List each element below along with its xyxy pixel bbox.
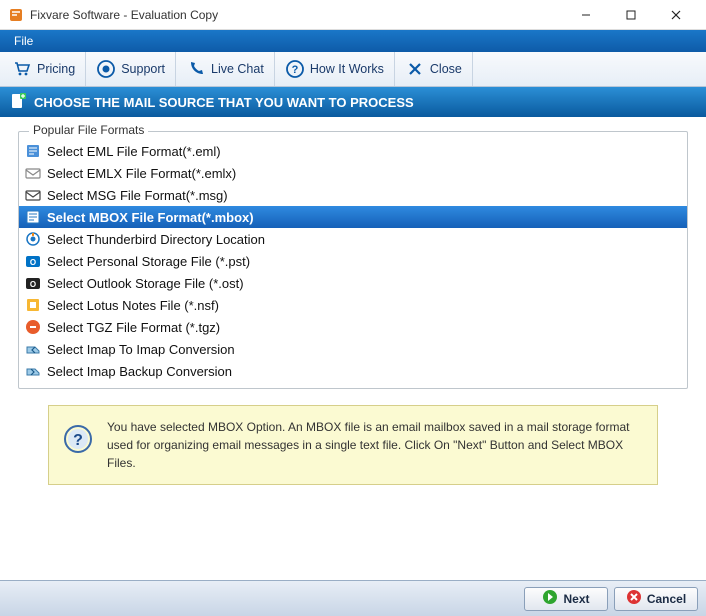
format-list: Select EML File Format(*.eml) Select EMLX…	[19, 140, 687, 382]
format-option[interactable]: Select EML File Format(*.eml)	[19, 140, 687, 162]
format-label: Select EMLX File Format(*.emlx)	[47, 166, 236, 181]
format-label: Select EML File Format(*.eml)	[47, 144, 221, 159]
toolbar-label: Pricing	[37, 62, 75, 76]
menu-file[interactable]: File	[6, 32, 41, 50]
format-label: Select Personal Storage File (*.pst)	[47, 254, 250, 269]
app-icon	[8, 7, 24, 23]
thunderbird-icon	[25, 231, 41, 247]
info-icon: ?	[63, 424, 93, 454]
toolbar-label: How It Works	[310, 62, 384, 76]
minimize-button[interactable]	[563, 1, 608, 29]
menubar: File	[0, 30, 706, 52]
svg-text:?: ?	[291, 64, 298, 76]
format-option[interactable]: O Select Outlook Storage File (*.ost)	[19, 272, 687, 294]
format-option[interactable]: Select MBOX File Format(*.mbox)	[19, 206, 687, 228]
format-option[interactable]: Select Lotus Notes File (*.nsf)	[19, 294, 687, 316]
lotus-notes-icon	[25, 297, 41, 313]
msg-mail-icon	[25, 187, 41, 203]
format-label: Select Imap Backup Conversion	[47, 364, 232, 379]
formats-fieldset: Popular File Formats Select EML File For…	[18, 131, 688, 389]
format-label: Select MBOX File Format(*.mbox)	[47, 210, 254, 225]
format-option[interactable]: Select Thunderbird Directory Location	[19, 228, 687, 250]
format-option[interactable]: O Select Personal Storage File (*.pst)	[19, 250, 687, 272]
format-label: Select Lotus Notes File (*.nsf)	[47, 298, 219, 313]
toolbar: Pricing Support Live Chat ? How It Works…	[0, 52, 706, 87]
format-option[interactable]: Select EMLX File Format(*.emlx)	[19, 162, 687, 184]
imap-sync-icon	[25, 341, 41, 357]
section-header: CHOOSE THE MAIL SOURCE THAT YOU WANT TO …	[0, 87, 706, 117]
toolbar-label: Live Chat	[211, 62, 264, 76]
question-icon: ?	[285, 59, 305, 79]
imap-backup-icon	[25, 363, 41, 379]
button-label: Cancel	[647, 592, 686, 606]
headset-icon	[96, 59, 116, 79]
format-option[interactable]: Select MSG File Format(*.msg)	[19, 184, 687, 206]
close-button[interactable]: Close	[395, 52, 473, 86]
button-label: Next	[563, 592, 589, 606]
section-title: CHOOSE THE MAIL SOURCE THAT YOU WANT TO …	[34, 95, 414, 110]
eml-file-icon	[25, 143, 41, 159]
document-plus-icon	[10, 93, 26, 112]
howitworks-button[interactable]: ? How It Works	[275, 52, 395, 86]
livechat-button[interactable]: Live Chat	[176, 52, 275, 86]
format-option[interactable]: Select Imap To Imap Conversion	[19, 338, 687, 360]
toolbar-label: Close	[430, 62, 462, 76]
fieldset-legend: Popular File Formats	[29, 123, 148, 137]
outlook-pst-icon: O	[25, 253, 41, 269]
format-label: Select TGZ File Format (*.tgz)	[47, 320, 220, 335]
cancel-x-icon	[626, 589, 642, 608]
svg-text:O: O	[30, 258, 36, 267]
next-button[interactable]: Next	[524, 587, 608, 611]
format-option[interactable]: Select Imap Backup Conversion	[19, 360, 687, 382]
format-option[interactable]: Select TGZ File Format (*.tgz)	[19, 316, 687, 338]
svg-text:?: ?	[73, 432, 83, 449]
pricing-button[interactable]: Pricing	[2, 52, 86, 86]
format-label: Select Thunderbird Directory Location	[47, 232, 265, 247]
cart-icon	[12, 59, 32, 79]
outlook-ost-icon: O	[25, 275, 41, 291]
format-label: Select Outlook Storage File (*.ost)	[47, 276, 244, 291]
tgz-archive-icon	[25, 319, 41, 335]
support-button[interactable]: Support	[86, 52, 176, 86]
window-controls	[563, 1, 698, 29]
maximize-button[interactable]	[608, 1, 653, 29]
close-icon	[405, 59, 425, 79]
content-area: Popular File Formats Select EML File For…	[0, 117, 706, 580]
cancel-button[interactable]: Cancel	[614, 587, 698, 611]
mbox-file-icon	[25, 209, 41, 225]
emlx-mail-icon	[25, 165, 41, 181]
window-title: Fixvare Software - Evaluation Copy	[30, 8, 563, 22]
next-arrow-icon	[542, 589, 558, 608]
info-box: ? You have selected MBOX Option. An MBOX…	[48, 405, 658, 485]
close-window-button[interactable]	[653, 1, 698, 29]
phone-icon	[186, 59, 206, 79]
svg-text:O: O	[30, 280, 36, 289]
format-label: Select Imap To Imap Conversion	[47, 342, 235, 357]
footer: Next Cancel	[0, 580, 706, 616]
format-label: Select MSG File Format(*.msg)	[47, 188, 228, 203]
info-text: You have selected MBOX Option. An MBOX f…	[107, 418, 643, 472]
titlebar: Fixvare Software - Evaluation Copy	[0, 0, 706, 30]
toolbar-label: Support	[121, 62, 165, 76]
